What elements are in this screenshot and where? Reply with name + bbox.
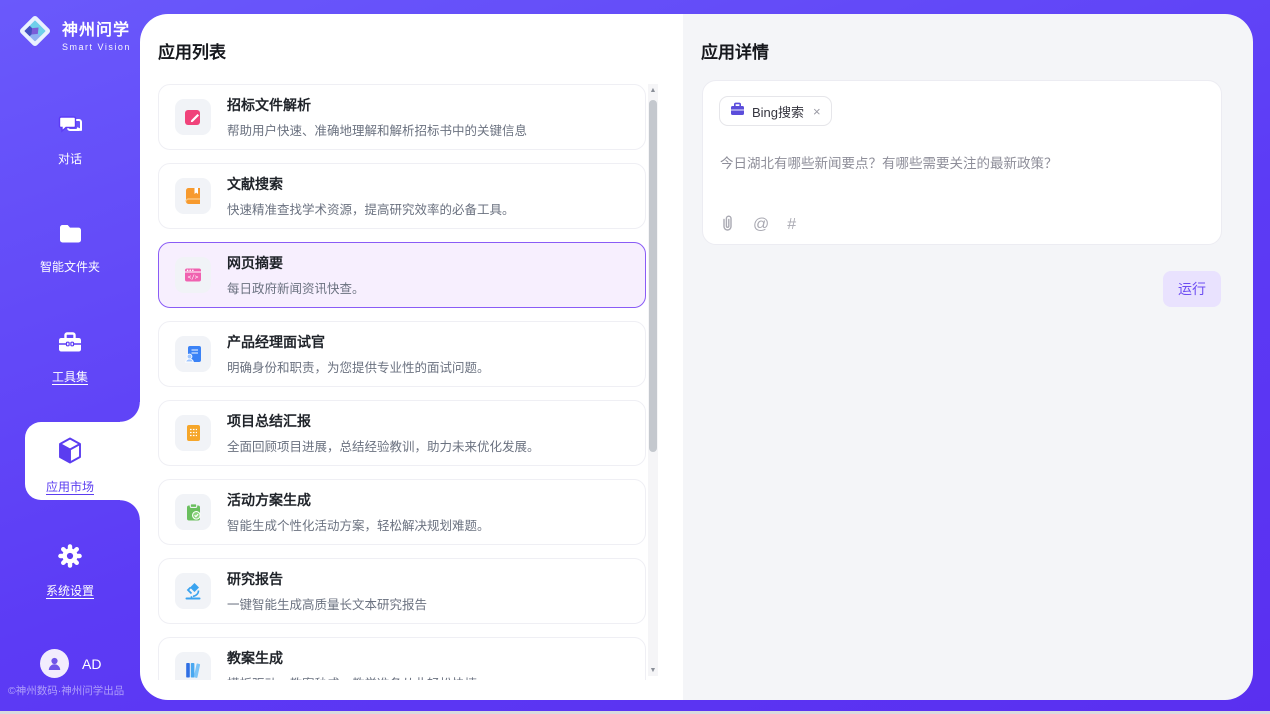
sidebar-item-settings[interactable]: 系统设置 [0,542,140,599]
app-card-title: 招标文件解析 [227,95,527,115]
app-card-research-report[interactable]: 研究报告 一键智能生成高质量长文本研究报告 [158,558,646,624]
briefcase-icon [730,102,745,121]
cube-icon [56,436,84,471]
sidebar-item-label: 工具集 [52,368,88,385]
app-card-pm-interviewer[interactable]: 产品经理面试官 明确身份和职责，为您提供专业性的面试问题。 [158,321,646,387]
clipboard-check-icon [175,494,211,530]
app-card-desc: 全面回顾项目进展，总结经验教训，助力未来优化发展。 [227,436,540,455]
hash-icon[interactable]: # [787,216,796,234]
app-card-literature-search[interactable]: 文献搜索 快速精准查找学术资源，提高研究效率的必备工具。 [158,163,646,229]
chip-close-icon[interactable]: × [813,104,821,119]
app-card-lesson-plan[interactable]: 教案生成 模板驱动，教案秒成，教学准备从此轻松快捷 [158,637,646,680]
chat-icon [57,112,84,143]
app-card-desc: 帮助用户快速、准确地理解和解析招标书中的关键信息 [227,120,527,139]
sidebar-item-app-market[interactable]: 应用市场 [0,436,140,495]
scrollbar-down-arrow[interactable]: ▼ [648,664,658,676]
scrollbar-up-arrow[interactable]: ▲ [648,84,658,96]
run-button[interactable]: 运行 [1163,271,1221,307]
app-card-desc: 明确身份和职责，为您提供专业性的面试问题。 [227,357,490,376]
books-icon [175,652,211,680]
doc-edit-icon [175,99,211,135]
app-card-desc: 智能生成个性化活动方案，轻松解决规划难题。 [227,515,490,534]
brand-name: 神州问学 [62,16,131,40]
app-card-project-summary[interactable]: 项目总结汇报 全面回顾项目进展，总结经验教训，助力未来优化发展。 [158,400,646,466]
sidebar-item-chat[interactable]: 对话 [0,112,140,167]
app-card-desc: 模板驱动，教案秒成，教学准备从此轻松快捷 [227,673,477,680]
brand-subtitle: Smart Vision [62,42,131,52]
toolbox-icon [56,330,84,361]
sidebar: 神州问学 Smart Vision 对话 智能文件夹 [0,0,140,711]
sidebar-item-toolset[interactable]: 工具集 [0,330,140,385]
composer-toolbar: @ # [720,214,796,236]
microscope-icon [175,573,211,609]
book-icon [175,178,211,214]
app-card-title: 研究报告 [227,569,427,589]
app-list-panel: 应用列表 招标文件解析 帮助用户快速、准确地理解和解析招标书中的关键信息 [140,14,683,700]
app-card-event-plan[interactable]: 活动方案生成 智能生成个性化活动方案，轻松解决规划难题。 [158,479,646,545]
mention-icon[interactable]: @ [753,216,769,234]
app-list-title: 应用列表 [158,38,226,63]
query-input[interactable]: 今日湖北有哪些新闻要点？有哪些需要关注的最新政策？ [720,152,1200,172]
app-detail-title: 应用详情 [701,38,769,63]
browser-code-icon: </> [175,257,211,293]
app-detail-panel: 应用详情 Bing搜索 × 今日湖北有哪些新闻要点？有哪些需要关注的最新政策？ … [683,14,1253,700]
app-card-bid-parse[interactable]: 招标文件解析 帮助用户快速、准确地理解和解析招标书中的关键信息 [158,84,646,150]
app-card-desc: 一键智能生成高质量长文本研究报告 [227,594,427,613]
prompt-card: Bing搜索 × 今日湖北有哪些新闻要点？有哪些需要关注的最新政策？ @ # [702,80,1222,245]
tool-chip-bing-search[interactable]: Bing搜索 × [719,96,832,126]
sidebar-item-smart-folder[interactable]: 智能文件夹 [0,222,140,275]
doc-person-icon [175,336,211,372]
gear-icon [56,542,84,575]
scrollbar-thumb[interactable] [649,100,657,452]
sidebar-item-label: 应用市场 [46,478,94,495]
app-card-desc: 快速精准查找学术资源，提高研究效率的必备工具。 [227,199,515,218]
folder-icon [57,222,84,251]
sidebar-item-label: 对话 [58,150,82,167]
user-initials: AD [82,656,101,672]
user-account[interactable]: AD [40,649,101,678]
gem-logo-icon [16,12,54,55]
app-card-title: 教案生成 [227,648,477,668]
avatar [40,649,69,678]
app-card-title: 网页摘要 [227,253,365,273]
tool-chip-label: Bing搜索 [752,102,804,121]
app-card-title: 活动方案生成 [227,490,490,510]
app-list: 招标文件解析 帮助用户快速、准确地理解和解析招标书中的关键信息 文献搜索 快速精… [158,84,646,680]
app-card-title: 产品经理面试官 [227,332,490,352]
brand-logo: 神州问学 Smart Vision [16,12,131,55]
app-card-desc: 每日政府新闻资讯快查。 [227,278,365,297]
app-card-title: 项目总结汇报 [227,411,540,431]
app-card-web-summary[interactable]: </> 网页摘要 每日政府新闻资讯快查。 [158,242,646,308]
copyright-text: ©神州数码·神州问学出品 [8,683,140,698]
note-icon [175,415,211,451]
paperclip-icon[interactable] [720,214,735,236]
sidebar-item-label: 系统设置 [46,582,94,599]
list-scrollbar[interactable]: ▲ ▼ [648,84,658,676]
app-card-title: 文献搜索 [227,174,515,194]
sidebar-item-label: 智能文件夹 [40,258,100,275]
svg-text:</>: </> [188,274,199,281]
